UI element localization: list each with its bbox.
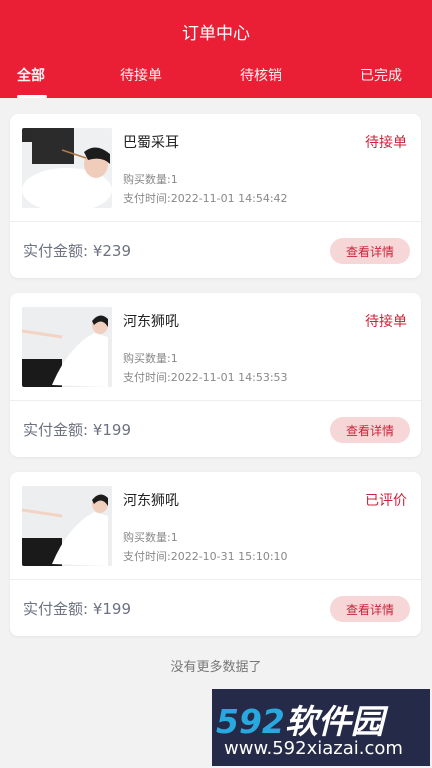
payment-time: 支付时间:2022-11-01 14:54:42	[123, 192, 288, 205]
order-status: 已评价	[365, 493, 407, 509]
purchase-quantity: 购买数量:1	[123, 531, 178, 544]
order-tabs: 全部 待接单 待核销 已完成	[0, 65, 432, 98]
watermark-logo-number: 592	[216, 702, 285, 741]
purchase-quantity: 购买数量:1	[123, 352, 178, 365]
paid-amount: 实付金额: ¥239	[23, 242, 131, 260]
paid-amount: 实付金额: ¥199	[23, 600, 131, 618]
watermark-logo: 592软件园	[216, 695, 384, 743]
ear-cleaning-photo-icon	[22, 128, 112, 208]
service-name: 河东狮吼	[123, 314, 179, 330]
view-details-button[interactable]: 查看详情	[330, 417, 410, 443]
yoga-stretch-photo-icon	[22, 486, 112, 566]
service-name: 巴蜀采耳	[123, 135, 179, 151]
no-more-data-text: 没有更多数据了	[170, 660, 262, 675]
service-name: 河东狮吼	[123, 493, 179, 509]
tab-all[interactable]: 全部	[17, 65, 45, 85]
purchase-quantity: 购买数量:1	[123, 173, 178, 186]
yoga-stretch-photo-icon	[22, 307, 112, 387]
card-divider	[10, 400, 421, 401]
watermark-url: www.592xiazai.com	[224, 738, 403, 759]
page-title: 订单中心	[182, 24, 250, 44]
active-tab-indicator	[17, 95, 47, 98]
service-thumbnail	[22, 307, 112, 387]
service-thumbnail	[22, 128, 112, 208]
header-bar: 订单中心 全部 待接单 待核销 已完成	[0, 0, 432, 98]
view-details-button[interactable]: 查看详情	[330, 238, 410, 264]
tab-pending-accept[interactable]: 待接单	[120, 65, 162, 85]
order-card[interactable]: 河东狮吼 待接单 购买数量:1 支付时间:2022-11-01 14:53:53…	[10, 293, 421, 457]
site-watermark: 592软件园 www.592xiazai.com	[212, 689, 430, 766]
card-divider	[10, 221, 421, 222]
paid-amount: 实付金额: ¥199	[23, 421, 131, 439]
payment-time: 支付时间:2022-11-01 14:53:53	[123, 371, 288, 384]
tab-completed[interactable]: 已完成	[360, 65, 402, 85]
order-status: 待接单	[365, 135, 407, 151]
view-details-button[interactable]: 查看详情	[330, 596, 410, 622]
order-card[interactable]: 河东狮吼 已评价 购买数量:1 支付时间:2022-10-31 15:10:10…	[10, 472, 421, 636]
order-status: 待接单	[365, 314, 407, 330]
watermark-logo-text: 软件园	[284, 702, 384, 741]
order-card[interactable]: 巴蜀采耳 待接单 购买数量:1 支付时间:2022-11-01 14:54:42…	[10, 114, 421, 278]
tab-pending-verify[interactable]: 待核销	[240, 65, 282, 85]
card-divider	[10, 579, 421, 580]
service-thumbnail	[22, 486, 112, 566]
payment-time: 支付时间:2022-10-31 15:10:10	[123, 550, 288, 563]
